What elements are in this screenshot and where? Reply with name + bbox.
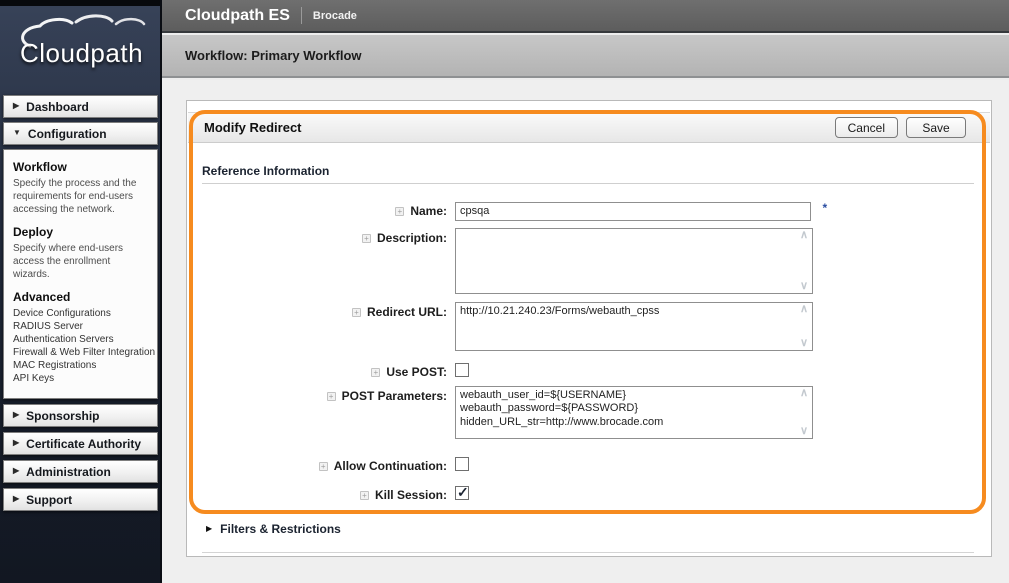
sidebar-item-label: Support: [26, 492, 73, 507]
filters-restrictions-title: Filters & Restrictions: [220, 521, 341, 536]
company-name: Brocade: [312, 9, 357, 22]
configuration-submenu: Workflow Specify the process and the req…: [3, 149, 158, 399]
use-post-label: Use POST:: [187, 362, 447, 379]
scroll-down-icon[interactable]: ∨: [798, 337, 810, 349]
chevron-right-icon: ▶: [13, 466, 20, 475]
sidebar-item-label: Administration: [26, 464, 111, 479]
sidebar-item-label: Sponsorship: [26, 408, 100, 423]
chevron-right-icon: ▶: [13, 438, 20, 447]
help-expand-icon[interactable]: [361, 233, 371, 243]
cancel-button[interactable]: Cancel: [834, 117, 898, 138]
submenu-link-radius-server[interactable]: RADIUS Server: [13, 320, 148, 333]
required-asterisk: *: [822, 201, 828, 215]
chevron-right-icon: ▶: [13, 410, 20, 419]
chevron-right-icon: ▶: [13, 494, 20, 503]
sidebar-item-administration[interactable]: ▶ Administration: [3, 460, 158, 483]
redirect-url-row: Redirect URL: http://10.21.240.23/Forms/…: [187, 301, 991, 351]
name-label: Name:: [187, 201, 447, 218]
sidebar-item-label: Dashboard: [26, 99, 89, 114]
kill-session-checkbox[interactable]: [455, 484, 469, 501]
save-button[interactable]: Save: [906, 117, 966, 138]
submenu-deploy[interactable]: Deploy: [13, 225, 148, 239]
sidebar: Cloudpath ▶ Dashboard ▼ Configuration Wo…: [0, 0, 162, 583]
post-parameters-textarea[interactable]: webauth_user_id=${USERNAME} webauth_pass…: [455, 385, 813, 439]
kill-session-label: Kill Session:: [187, 485, 447, 502]
cloudpath-logo: Cloudpath: [6, 12, 156, 78]
submenu-workflow-desc: Specify the process and the requirements…: [13, 178, 137, 215]
reference-information-header: Reference Information: [202, 164, 974, 184]
sidebar-top-strip: [0, 0, 160, 6]
sidebar-item-sponsorship[interactable]: ▶ Sponsorship: [3, 404, 158, 427]
page-title-band: Workflow: Primary Workflow: [162, 35, 1009, 78]
chevron-right-icon: ▶: [13, 101, 20, 110]
submenu-workflow[interactable]: Workflow: [13, 160, 148, 174]
allow-continuation-row: Allow Continuation:: [187, 456, 991, 473]
post-parameters-label: POST Parameters:: [187, 386, 447, 403]
name-input[interactable]: [455, 201, 811, 221]
page-title: Workflow: Primary Workflow: [185, 48, 362, 63]
chevron-down-icon: ▼: [13, 128, 21, 137]
post-parameters-row: POST Parameters: webauth_user_id=${USERN…: [187, 385, 991, 439]
use-post-row: Use POST:: [187, 362, 991, 379]
submenu-link-firewall-web-filter[interactable]: Firewall & Web Filter Integration: [13, 346, 155, 359]
allow-continuation-label: Allow Continuation:: [187, 456, 447, 473]
textarea-scrollbar[interactable]: ∧ ∨: [798, 387, 810, 438]
filters-restrictions-section[interactable]: ▶ Filters & Restrictions: [202, 522, 974, 553]
submenu-link-api-keys[interactable]: API Keys: [13, 372, 148, 385]
kill-session-row: Kill Session:: [187, 484, 991, 502]
redirect-url-textarea[interactable]: http://10.21.240.23/Forms/webauth_cpss: [455, 301, 813, 351]
redirect-url-label: Redirect URL:: [187, 302, 447, 319]
scroll-down-icon[interactable]: ∨: [798, 280, 810, 292]
help-expand-icon[interactable]: [351, 307, 361, 317]
sidebar-item-label: Configuration: [27, 126, 107, 141]
help-expand-icon[interactable]: [326, 391, 336, 401]
app-title: Cloudpath ES: [185, 6, 290, 24]
textarea-scrollbar[interactable]: ∧ ∨: [798, 229, 810, 293]
submenu-link-authentication-servers[interactable]: Authentication Servers: [13, 333, 148, 346]
submenu-link-device-configurations[interactable]: Device Configurations: [13, 307, 148, 320]
scroll-down-icon[interactable]: ∨: [798, 425, 810, 437]
scroll-up-icon[interactable]: ∧: [798, 229, 810, 241]
submenu-link-mac-registrations[interactable]: MAC Registrations: [13, 359, 148, 372]
panel-title: Modify Redirect: [204, 120, 302, 135]
sidebar-item-support[interactable]: ▶ Support: [3, 488, 158, 511]
description-label: Description:: [187, 228, 447, 245]
help-expand-icon[interactable]: [359, 490, 369, 500]
panel-header: Modify Redirect Cancel Save: [188, 112, 990, 143]
sidebar-item-configuration[interactable]: ▼ Configuration: [3, 122, 158, 145]
modify-redirect-panel: Modify Redirect Cancel Save Reference In…: [186, 100, 992, 557]
textarea-scrollbar[interactable]: ∧ ∨: [798, 303, 810, 350]
submenu-advanced: Advanced: [13, 290, 71, 304]
description-row: Description: ∧ ∨: [187, 227, 991, 294]
use-post-checkbox[interactable]: [455, 362, 469, 377]
scroll-up-icon[interactable]: ∧: [798, 387, 810, 399]
allow-continuation-checkbox[interactable]: [455, 456, 469, 471]
header-divider: [300, 7, 302, 24]
description-textarea[interactable]: [455, 227, 813, 294]
help-expand-icon[interactable]: [371, 367, 381, 377]
name-row: Name: *: [187, 201, 991, 221]
chevron-right-icon: ▶: [206, 524, 213, 533]
sidebar-item-dashboard[interactable]: ▶ Dashboard: [3, 95, 158, 118]
help-expand-icon[interactable]: [395, 207, 405, 216]
main-content: Modify Redirect Cancel Save Reference In…: [162, 80, 1009, 583]
sidebar-item-certificate-authority[interactable]: ▶ Certificate Authority: [3, 432, 158, 455]
sidebar-item-label: Certificate Authority: [26, 436, 142, 451]
scroll-up-icon[interactable]: ∧: [798, 303, 810, 315]
logo-text: Cloudpath: [20, 38, 144, 68]
top-header-bar: Cloudpath ES Brocade: [162, 0, 1009, 33]
submenu-deploy-desc: Specify where end-users access the enrol…: [13, 243, 124, 280]
help-expand-icon[interactable]: [318, 461, 328, 471]
